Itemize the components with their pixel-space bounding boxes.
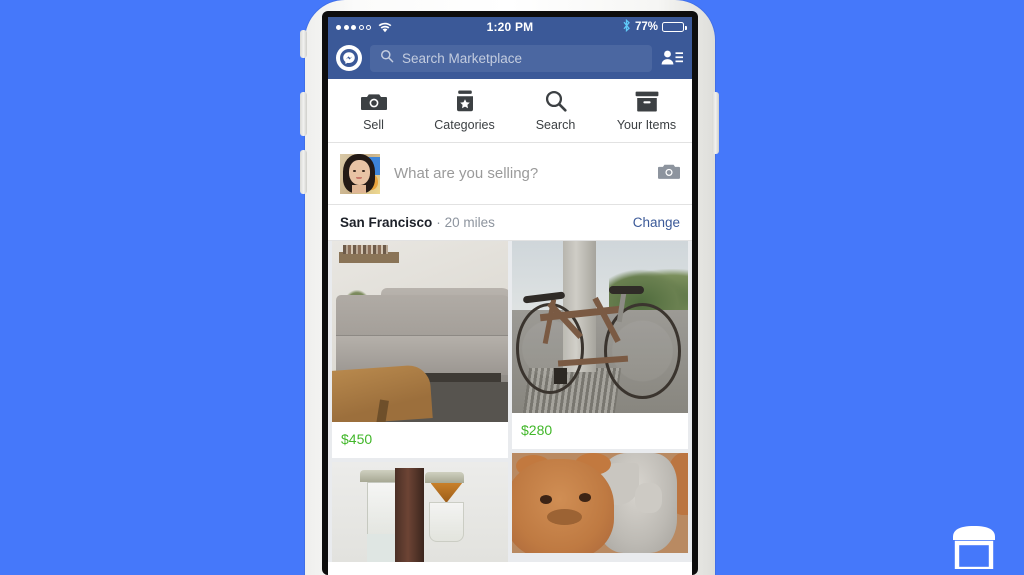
battery-icon [662, 22, 687, 32]
listing-card[interactable] [332, 462, 508, 562]
battery-percent-label: 77% [634, 21, 658, 33]
camera-icon [360, 90, 387, 112]
search-placeholder: Search Marketplace [402, 50, 523, 66]
magnifier-icon [545, 90, 567, 112]
tab-label: Search [535, 117, 576, 132]
box-icon [635, 90, 659, 112]
feed-column-left: $450 [332, 241, 508, 562]
location-city: San Francisco [340, 215, 433, 230]
tab-categories[interactable]: Categories [419, 79, 510, 142]
volume-up-button[interactable] [300, 92, 307, 136]
avatar[interactable] [340, 153, 380, 194]
listing-photo-plush-toys[interactable] [512, 453, 688, 553]
categories-jar-icon [455, 90, 475, 112]
marketplace-tab-row: Sell Categories Search Your Items [328, 79, 692, 143]
listing-photo-sofa[interactable] [332, 241, 508, 422]
app-header: Search Marketplace [328, 37, 692, 79]
composer-row[interactable]: What are you selling? [328, 143, 692, 205]
listings-feed: $450 $280 [328, 241, 692, 562]
silent-switch-button[interactable] [300, 30, 307, 58]
tab-your-items[interactable]: Your Items [601, 79, 692, 142]
phone-screen: 1:20 PM 77% Search Marketplace Sell Cate… [328, 17, 692, 575]
location-row: San Francisco · 20 miles Change [328, 205, 692, 241]
feed-column-right: $280 [512, 241, 688, 562]
composer-placeholder[interactable]: What are you selling? [394, 165, 644, 182]
search-icon [380, 49, 394, 68]
listing-price: $450 [341, 431, 373, 447]
bluetooth-icon [622, 18, 631, 35]
tab-search[interactable]: Search [510, 79, 601, 142]
change-location-link[interactable]: Change [633, 215, 680, 230]
location-radius: · 20 miles [436, 215, 495, 230]
listing-photo-coffee-maker[interactable] [332, 462, 508, 562]
camera-icon[interactable] [658, 163, 680, 185]
power-button[interactable] [712, 92, 719, 154]
marketplace-storefront-icon [946, 523, 1002, 572]
tab-label: Categories [434, 117, 495, 132]
messenger-icon[interactable] [336, 45, 362, 71]
listing-price: $280 [521, 422, 553, 438]
tab-label: Sell [363, 117, 384, 132]
status-bar: 1:20 PM 77% [328, 17, 692, 37]
search-input[interactable]: Search Marketplace [370, 44, 652, 72]
tab-sell[interactable]: Sell [328, 79, 419, 142]
tab-label: Your Items [616, 117, 677, 132]
listing-card[interactable]: $280 [512, 241, 688, 449]
status-right-cluster: 77% [622, 18, 687, 35]
listing-card[interactable] [512, 453, 688, 553]
listing-photo-bicycle[interactable] [512, 241, 688, 413]
contacts-icon[interactable] [660, 48, 684, 68]
listing-card[interactable]: $450 [332, 241, 508, 458]
volume-down-button[interactable] [300, 150, 307, 194]
